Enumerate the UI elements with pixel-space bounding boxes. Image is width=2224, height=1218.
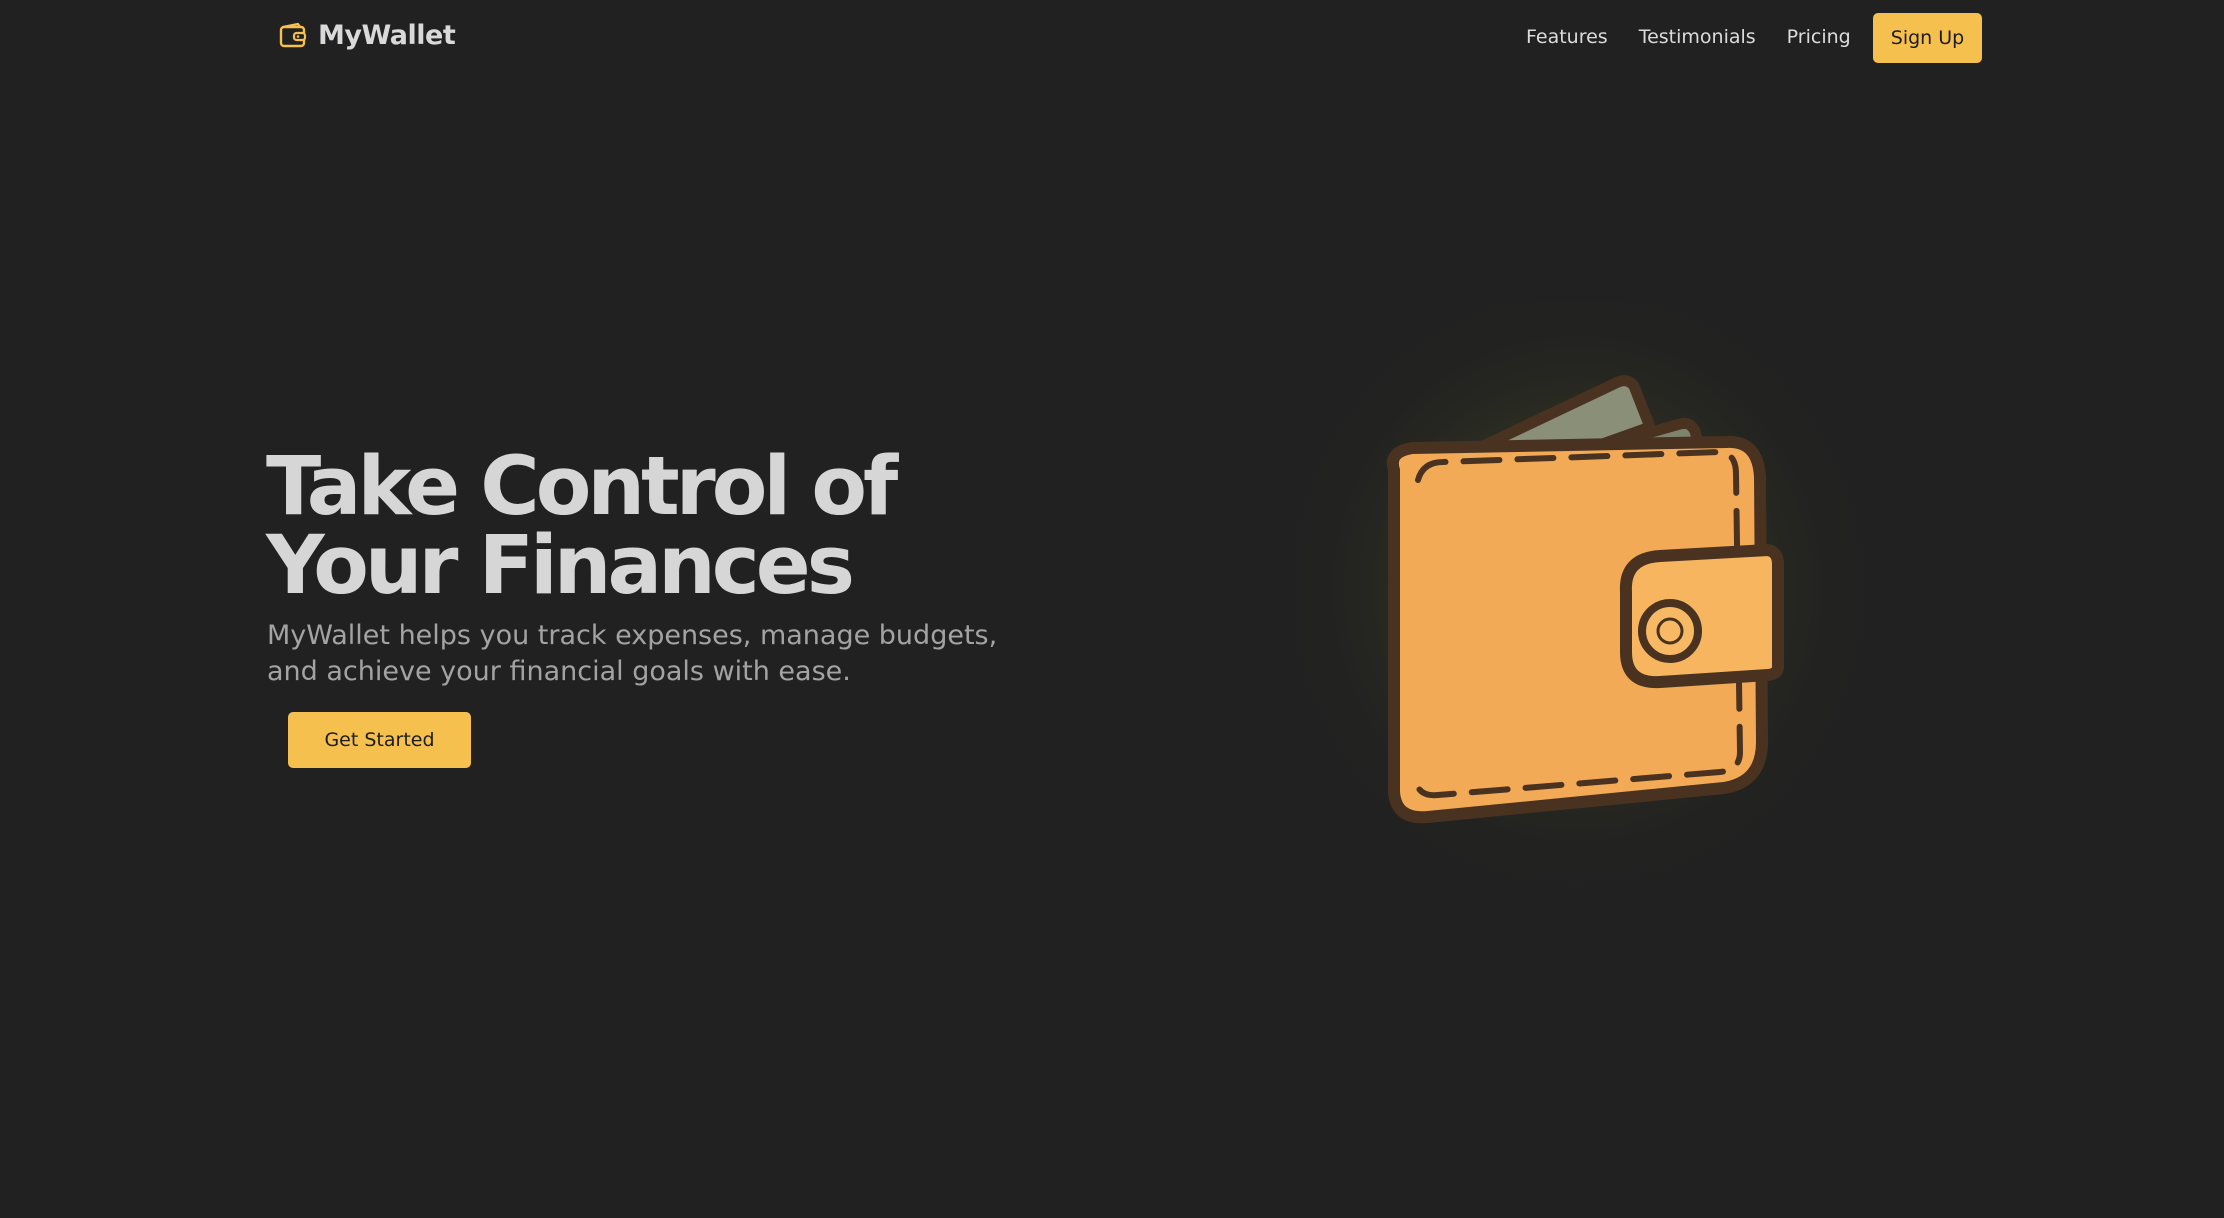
wallet-illustration-icon [1288, 302, 1868, 900]
hero-subtitle: MyWallet helps you track expenses, manag… [267, 620, 998, 687]
get-started-button[interactable]: Get Started [288, 712, 471, 768]
brand-logo[interactable]: MyWallet [278, 20, 456, 51]
navbar: MyWallet Features Testimonials Pricing S… [0, 0, 2224, 76]
brand-name: MyWallet [318, 20, 456, 51]
hero-title: Take Control of Your Finances [266, 440, 898, 613]
nav-link-testimonials[interactable]: Testimonials [1639, 26, 1756, 48]
wallet-icon [279, 22, 307, 47]
nav-link-features[interactable]: Features [1526, 26, 1608, 48]
nav-link-pricing[interactable]: Pricing [1787, 26, 1851, 48]
nav-menu: Features Testimonials Pricing [1526, 26, 1851, 48]
signup-button[interactable]: Sign Up [1873, 13, 1982, 63]
